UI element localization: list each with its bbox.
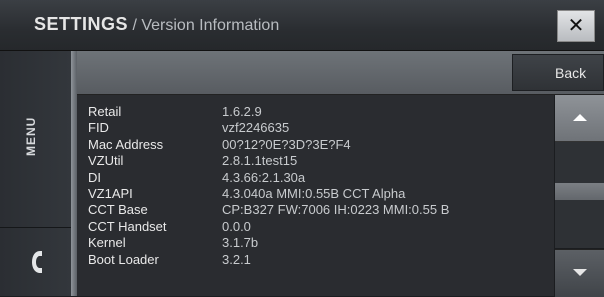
info-label: Retail xyxy=(88,104,122,119)
title-sub: Version Information xyxy=(141,17,280,34)
info-value: 0.0.0 xyxy=(222,218,251,234)
scrollbar-thumb[interactable] xyxy=(555,183,604,200)
info-label: Boot Loader xyxy=(88,251,159,267)
phone-button[interactable] xyxy=(0,228,71,296)
chevron-down-icon xyxy=(573,269,587,276)
info-value: 3.1.7b xyxy=(222,235,259,251)
back-label: Back xyxy=(555,65,587,81)
info-label: CCT Handset xyxy=(88,218,167,234)
title-separator: / xyxy=(128,17,142,34)
info-value: vzf2246635 xyxy=(222,120,290,136)
info-value: 3.2.1 xyxy=(222,251,251,267)
left-rail: MENU xyxy=(0,51,71,296)
back-button[interactable]: Back xyxy=(512,54,604,91)
info-label: Kernel xyxy=(88,235,126,251)
phone-handset-icon xyxy=(32,251,42,273)
info-value: 00?12?0E?3D?3E?F4 xyxy=(222,136,351,152)
title-main: SETTINGS xyxy=(34,14,129,34)
info-label: DI xyxy=(88,169,101,185)
info-label: VZ1API xyxy=(88,185,133,201)
info-value: 4.3.040a MMI:0.55B CCT Alpha xyxy=(222,185,406,201)
info-label: FID xyxy=(88,120,109,136)
close-icon: ✕ xyxy=(567,15,585,37)
menu-button[interactable]: MENU xyxy=(0,51,71,228)
chevron-up-icon xyxy=(573,114,587,121)
close-button[interactable]: ✕ xyxy=(557,10,595,42)
scroll-down-button[interactable] xyxy=(555,249,604,297)
info-value: 2.8.1.1test15 xyxy=(222,153,298,169)
info-label: VZUtil xyxy=(88,153,124,169)
info-label: Mac Address xyxy=(88,136,164,152)
version-info-panel: Retail 1.6.2.9 FID vzf2246635 Mac Address 0… xyxy=(77,95,554,296)
menu-label: MENU xyxy=(24,116,38,156)
info-value: 1.6.2.9 xyxy=(222,104,262,119)
info-value: 4.3.66:2.1.30a xyxy=(222,169,306,185)
page-title: SETTINGS / Version Information xyxy=(34,14,279,35)
scroll-up-button[interactable] xyxy=(555,95,604,142)
info-label: CCT Base xyxy=(88,202,148,218)
header-bar: SETTINGS / Version Information ✕ xyxy=(0,0,604,51)
info-value: CP:B327 FW:7006 IH:0223 MMI:0.55 B xyxy=(222,202,450,218)
